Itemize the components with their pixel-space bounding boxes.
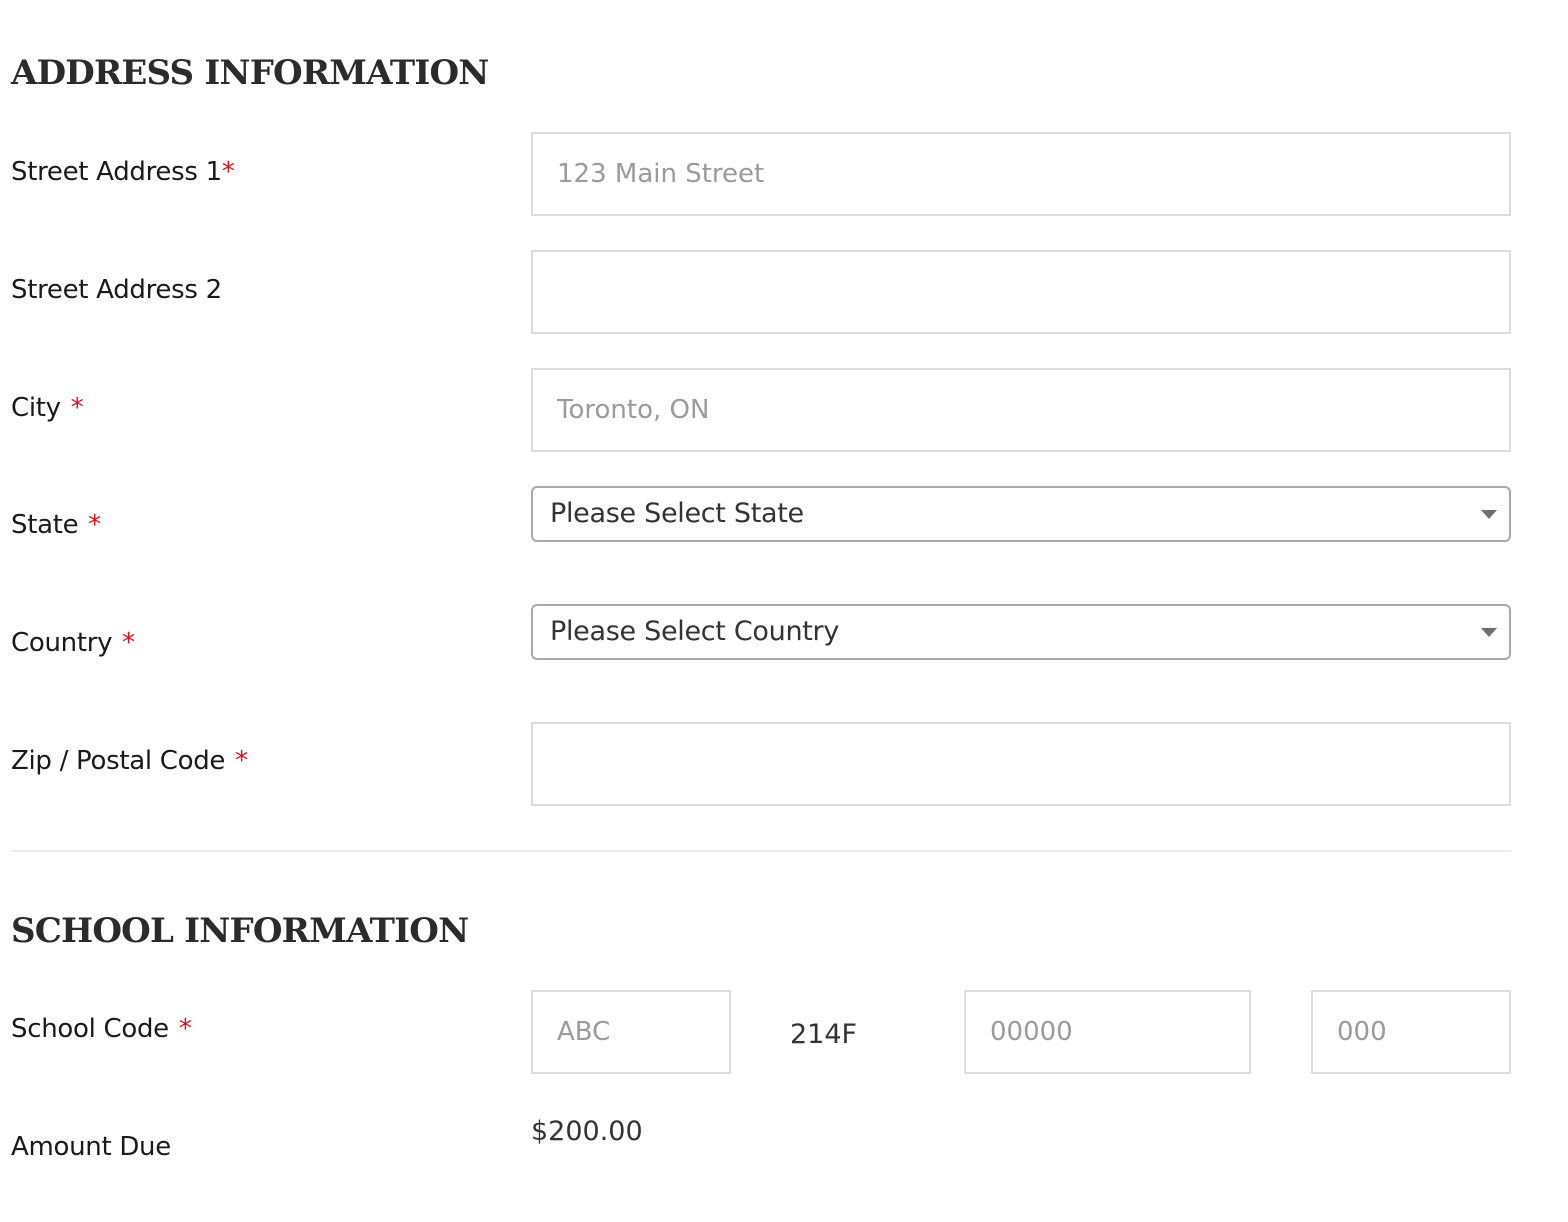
state-select[interactable]: Please Select State — [531, 486, 1511, 542]
required-marker: * — [70, 393, 84, 423]
school-code-part3-input[interactable] — [1311, 990, 1511, 1074]
required-marker: * — [122, 628, 135, 658]
street-address-1-label: Street Address 1* — [11, 159, 235, 185]
required-marker: * — [221, 157, 235, 187]
street-address-1-input[interactable] — [531, 132, 1511, 216]
zip-label: Zip / Postal Code * — [11, 748, 248, 774]
school-code-part1-input[interactable] — [531, 990, 731, 1074]
amount-due-label-text: Amount Due — [11, 1132, 171, 1162]
country-label-text: Country — [11, 628, 113, 658]
street-address-2-label: Street Address 2 — [11, 277, 222, 303]
state-label: State * — [11, 512, 101, 538]
state-select-value: Please Select State — [550, 498, 804, 529]
school-code-label: School Code * — [11, 1016, 192, 1042]
country-select-value: Please Select Country — [550, 616, 840, 647]
street-address-2-label-text: Street Address 2 — [11, 275, 222, 305]
required-marker: * — [88, 510, 101, 540]
required-marker: * — [178, 1014, 192, 1044]
school-code-fixed-segment: 214F — [790, 1019, 858, 1050]
chevron-down-icon — [1481, 628, 1497, 637]
amount-due-label: Amount Due — [11, 1134, 171, 1160]
chevron-down-icon — [1481, 510, 1497, 519]
city-input[interactable] — [531, 368, 1511, 452]
school-code-part2-input[interactable] — [964, 990, 1251, 1074]
zip-label-text: Zip / Postal Code — [11, 746, 226, 776]
school-code-label-text: School Code — [11, 1014, 169, 1044]
city-label-text: City — [11, 393, 61, 423]
country-label: Country * — [11, 630, 135, 656]
required-marker: * — [235, 746, 248, 776]
state-label-text: State — [11, 510, 79, 540]
section-divider — [11, 850, 1511, 852]
city-label: City * — [11, 393, 84, 423]
address-section-title: ADDRESS INFORMATION — [11, 53, 489, 93]
school-section-title: SCHOOL INFORMATION — [11, 911, 469, 951]
zip-input[interactable] — [531, 722, 1511, 806]
street-address-1-label-text: Street Address 1 — [11, 157, 222, 187]
country-select[interactable]: Please Select Country — [531, 604, 1511, 660]
amount-due-value: $200.00 — [531, 1116, 643, 1147]
street-address-2-input[interactable] — [531, 250, 1511, 334]
